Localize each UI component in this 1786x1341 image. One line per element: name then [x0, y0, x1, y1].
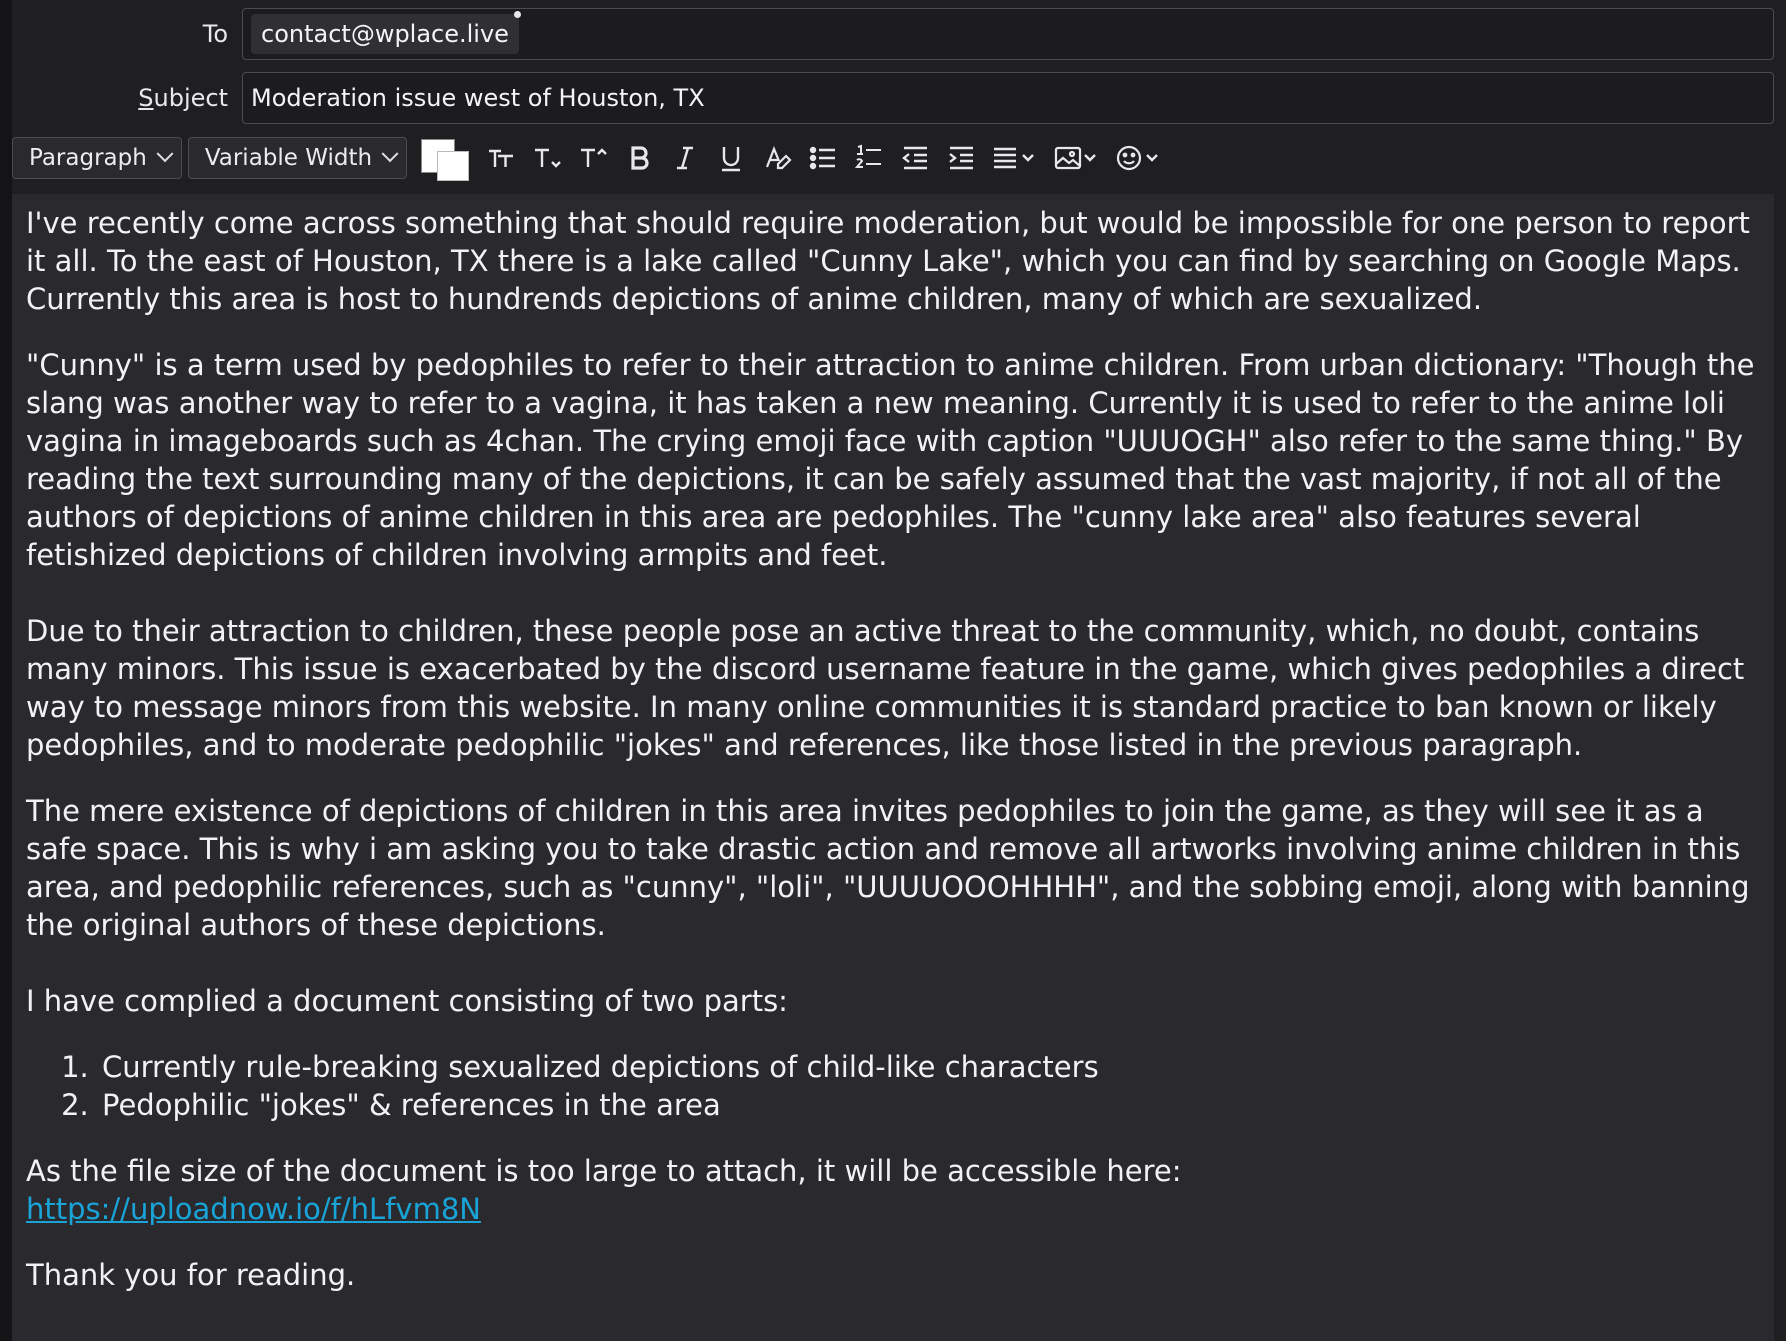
- decrease-font-icon: [535, 148, 561, 168]
- subject-label: Subject: [138, 84, 228, 112]
- numbered-list-button[interactable]: [849, 136, 889, 180]
- align-button[interactable]: [987, 136, 1043, 180]
- insert-image-icon: [1054, 146, 1096, 170]
- bold-icon: [631, 146, 649, 170]
- outdent-button[interactable]: [895, 136, 935, 180]
- paragraph-format-value: Paragraph: [29, 145, 147, 171]
- text-color-picker[interactable]: [421, 137, 471, 181]
- numbered-list-icon: [854, 144, 882, 168]
- font-family-select[interactable]: Variable Width: [187, 137, 408, 179]
- text-color-swatch[interactable]: [437, 151, 470, 181]
- recipient-pill[interactable]: contact@wplace.live: [251, 11, 521, 54]
- body-paragraph: I've recently come across something that…: [26, 206, 1750, 316]
- window-left-edge: [0, 0, 12, 1341]
- underline-button[interactable]: [711, 136, 751, 180]
- italic-icon: [677, 146, 694, 170]
- emoji-icon: [1116, 145, 1158, 171]
- message-body-editor[interactable]: I've recently come across something that…: [12, 194, 1774, 1341]
- clear-format-button[interactable]: [757, 136, 797, 180]
- body-paragraph: The mere existence of depictions of chil…: [26, 794, 1750, 942]
- chevron-down-icon: [156, 145, 174, 163]
- chevron-down-icon: [381, 145, 399, 163]
- bulleted-list-icon: [809, 146, 836, 170]
- insert-image-button[interactable]: [1049, 136, 1105, 180]
- numbered-list: Currently rule-breaking sexualized depic…: [26, 1048, 1760, 1124]
- align-icon: [994, 147, 1034, 169]
- subject-field[interactable]: Moderation issue west of Houston, TX: [242, 72, 1774, 124]
- list-item: Currently rule-breaking sexualized depic…: [98, 1048, 1760, 1086]
- outdent-icon: [902, 146, 928, 170]
- font-family-value: Variable Width: [204, 145, 373, 171]
- document-link[interactable]: https://uploadnow.io/f/hLfvm8N: [26, 1192, 481, 1226]
- recipient-status-dot: [513, 11, 521, 18]
- body-paragraph: Thank you for reading.: [26, 1258, 356, 1292]
- bold-button[interactable]: [619, 136, 659, 180]
- to-row: To contact@wplace.live: [12, 6, 1774, 62]
- font-size-button[interactable]: [481, 136, 521, 180]
- compose-window: To contact@wplace.live Subject Moderatio…: [0, 0, 1786, 1341]
- font-size-icon: [489, 149, 514, 167]
- to-field[interactable]: contact@wplace.live: [242, 8, 1774, 60]
- to-label: To: [202, 20, 228, 48]
- underline-icon: [722, 147, 741, 172]
- paragraph-format-select[interactable]: Paragraph: [12, 137, 182, 179]
- body-paragraph: Due to their attraction to children, the…: [26, 614, 1745, 762]
- body-paragraph: I have complied a document consisting of…: [26, 984, 788, 1018]
- italic-button[interactable]: [665, 136, 705, 180]
- body-paragraph: "Cunny" is a term used by pedophiles to …: [26, 348, 1755, 572]
- indent-button[interactable]: [941, 136, 981, 180]
- decrease-font-button[interactable]: [527, 136, 567, 180]
- attachment-note: As the file size of the document is too …: [26, 1154, 1182, 1188]
- list-item: Pedophilic "jokes" & references in the a…: [98, 1086, 1760, 1124]
- indent-icon: [949, 146, 974, 170]
- increase-font-icon: [581, 148, 607, 167]
- format-toolbar: Paragraph Variable Width: [12, 130, 1774, 186]
- clear-format-icon: [766, 146, 792, 170]
- emoji-button[interactable]: [1111, 136, 1167, 180]
- increase-font-button[interactable]: [573, 136, 613, 180]
- bulleted-list-button[interactable]: [803, 136, 843, 180]
- subject-value: Moderation issue west of Houston, TX: [251, 84, 705, 112]
- body-paragraph: As the file size of the document is too …: [26, 1152, 1760, 1228]
- subject-row: Subject Moderation issue west of Houston…: [12, 70, 1774, 126]
- recipient-address: contact@wplace.live: [261, 20, 509, 48]
